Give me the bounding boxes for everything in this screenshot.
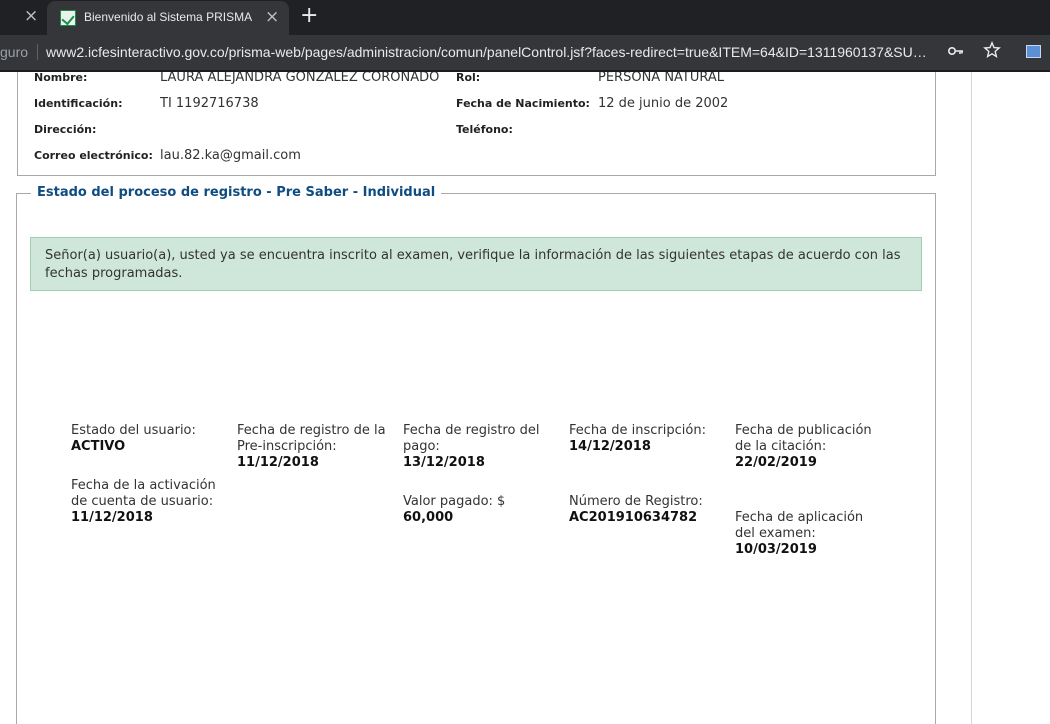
url-input[interactable]: www2.icfesinteractivo.gov.co/prisma-web/…	[46, 44, 936, 60]
aplicacion-label: Fecha de aplicación del examen:	[735, 510, 864, 541]
valor-pagado-block: Valor pagado: $ 60,000	[403, 494, 553, 526]
security-indicator[interactable]: guro	[0, 44, 28, 60]
telefono-label: Teléfono:	[456, 123, 513, 136]
activacion-block: Fecha de la activación de cuenta de usua…	[71, 478, 221, 526]
aplicacion-block: Fecha de aplicación del examen: 10/03/20…	[735, 510, 885, 558]
valor-pagado-label: Valor pagado: $	[403, 494, 506, 509]
preinscripcion-block: Fecha de registro de la Pre-inscripción:…	[237, 423, 387, 471]
preinscripcion-label: Fecha de registro de la Pre-inscripción:	[237, 423, 386, 454]
numero-registro-value: AC201910634782	[569, 510, 698, 525]
identificacion-value: TI 1192716738	[160, 96, 259, 111]
tab-title: Bienvenido al Sistema PRISMA	[84, 10, 253, 24]
previous-tab-close-icon[interactable]: ×	[24, 8, 38, 25]
key-icon[interactable]	[947, 45, 964, 60]
nombre-label: Nombre:	[34, 72, 88, 84]
browser-tab-bar: × Bienvenido al Sistema PRISMA × +	[0, 0, 1050, 35]
new-tab-button[interactable]: +	[300, 5, 318, 27]
nombre-value: LAURA ALEJANDRA GONZALEZ CORONADO	[160, 72, 440, 85]
estado-usuario-value: ACTIVO	[71, 439, 126, 454]
preinscripcion-value: 11/12/2018	[237, 455, 319, 470]
registro-pago-label: Fecha de registro del pago:	[403, 423, 540, 454]
registration-process-panel: Estado del proceso de registro - Pre Sab…	[16, 185, 936, 724]
active-tab[interactable]: Bienvenido al Sistema PRISMA ×	[47, 1, 289, 35]
inscription-alert: Señor(a) usuario(a), usted ya se encuent…	[30, 237, 922, 291]
rol-label: Rol:	[456, 72, 481, 84]
address-bar: guro www2.icfesinteractivo.gov.co/prisma…	[0, 35, 1050, 70]
fecha-nacimiento-label: Fecha de Nacimiento:	[456, 97, 590, 110]
activacion-value: 11/12/2018	[71, 510, 153, 525]
activacion-label: Fecha de la activación de cuenta de usua…	[71, 478, 216, 509]
rol-value: PERSONA NATURAL	[598, 72, 725, 85]
registro-pago-block: Fecha de registro del pago: 13/12/2018	[403, 423, 553, 471]
right-divider	[971, 72, 972, 724]
estado-usuario-block: Estado del usuario: ACTIVO	[71, 423, 221, 455]
star-icon[interactable]	[983, 40, 1001, 64]
address-divider	[37, 44, 38, 60]
page-content: Nombre: LAURA ALEJANDRA GONZALEZ CORONAD…	[0, 72, 1050, 724]
citacion-value: 22/02/2019	[735, 455, 817, 470]
fecha-nacimiento-value: 12 de junio de 2002	[598, 96, 729, 111]
aplicacion-value: 10/03/2019	[735, 542, 817, 557]
registro-pago-value: 13/12/2018	[403, 455, 485, 470]
tab-close-icon[interactable]: ×	[265, 9, 279, 26]
identificacion-label: Identificación:	[34, 97, 123, 110]
inscripcion-value: 14/12/2018	[569, 439, 651, 454]
extension-icon[interactable]	[1026, 45, 1041, 58]
user-info-panel: Nombre: LAURA ALEJANDRA GONZALEZ CORONAD…	[17, 72, 936, 176]
direccion-label: Dirección:	[34, 123, 97, 136]
numero-registro-block: Número de Registro: AC201910634782	[569, 494, 719, 526]
inscripcion-block: Fecha de inscripción: 14/12/2018	[569, 423, 719, 455]
valor-pagado-value: 60,000	[403, 510, 454, 525]
numero-registro-label: Número de Registro:	[569, 494, 703, 509]
citacion-label: Fecha de publicación de la citación:	[735, 423, 872, 454]
estado-usuario-label: Estado del usuario:	[71, 423, 196, 438]
correo-value: lau.82.ka@gmail.com	[160, 148, 301, 163]
inscripcion-label: Fecha de inscripción:	[569, 423, 706, 438]
correo-label: Correo electrónico:	[34, 149, 153, 162]
citacion-block: Fecha de publicación de la citación: 22/…	[735, 423, 885, 471]
favicon-icon	[60, 10, 76, 26]
panel-legend: Estado del proceso de registro - Pre Sab…	[31, 185, 442, 200]
